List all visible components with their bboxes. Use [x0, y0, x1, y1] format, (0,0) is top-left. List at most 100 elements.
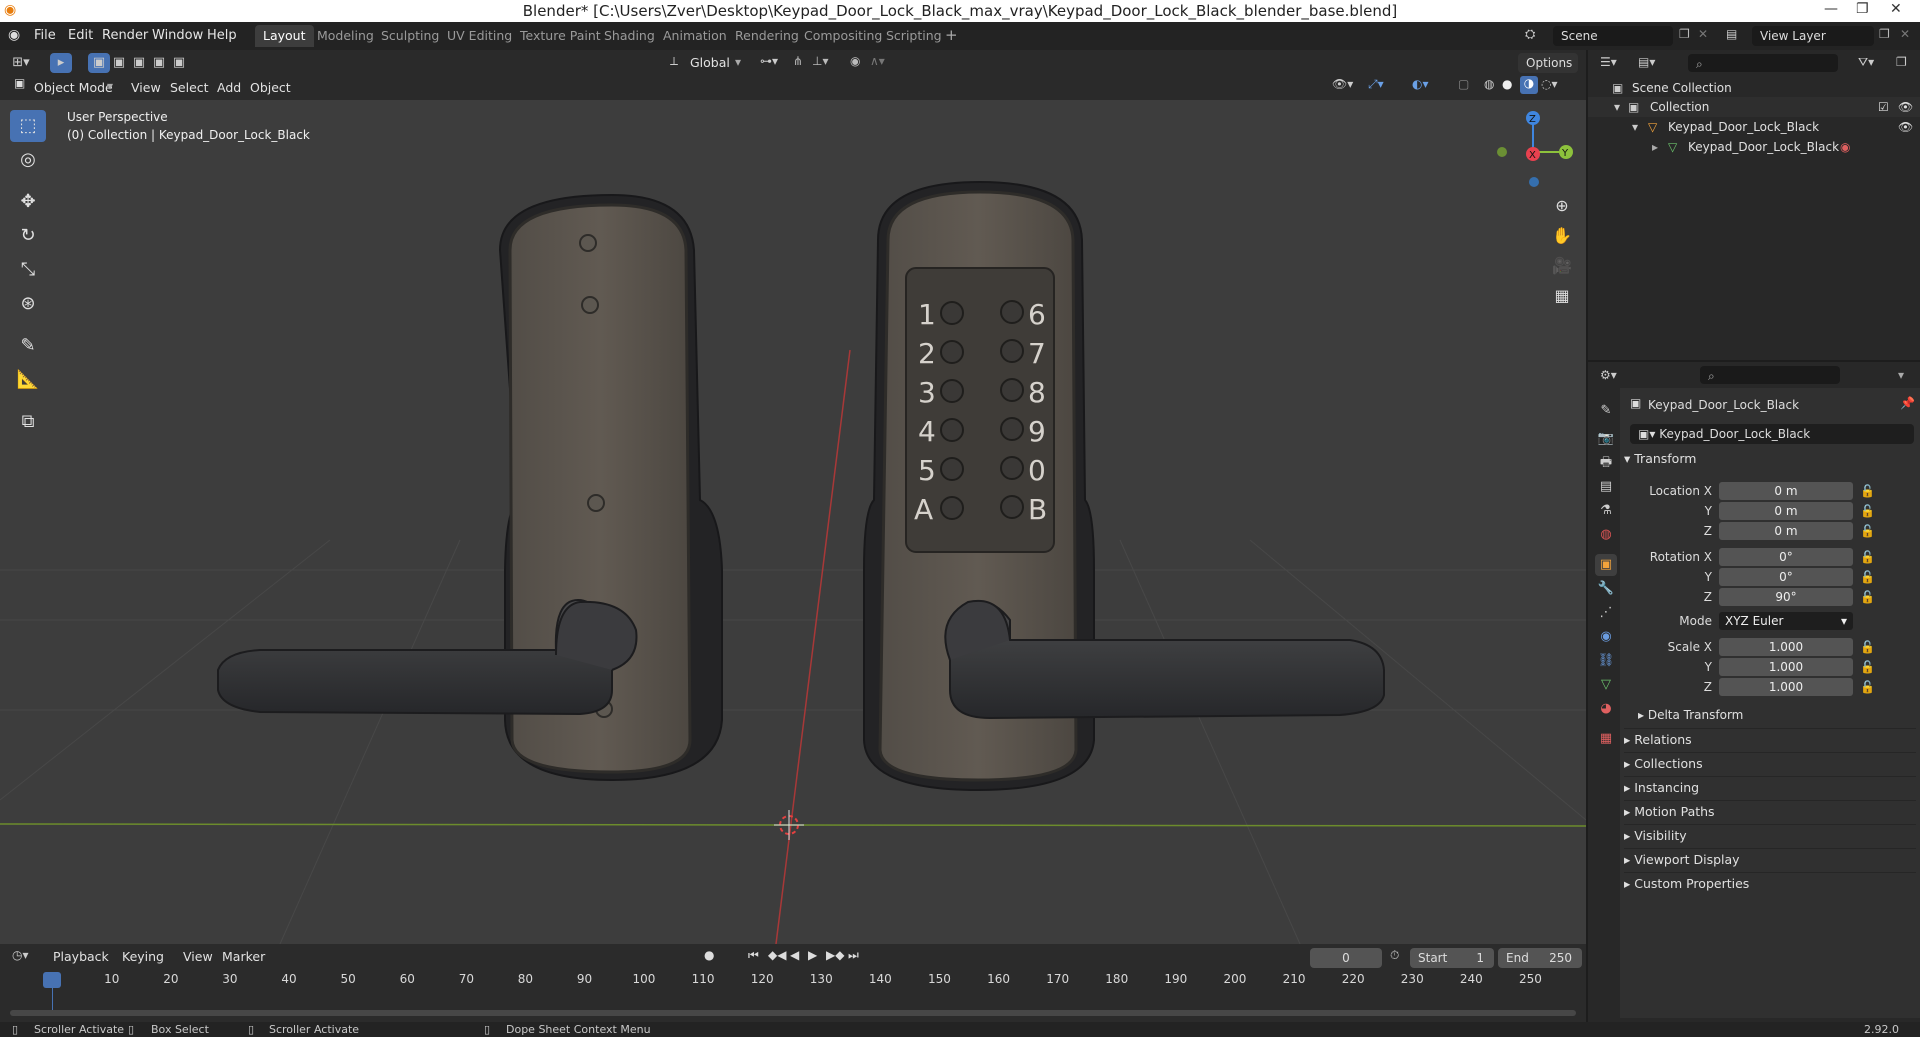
transform-section-header[interactable]: ▾ Transform	[1624, 448, 1696, 470]
timeline-menu-view[interactable]: View	[183, 949, 213, 964]
visibility-icon[interactable]: 👁▾	[1332, 77, 1353, 91]
particles-tab-icon[interactable]: ⋰	[1595, 602, 1617, 624]
chevron-right-icon[interactable]: ▸	[1652, 137, 1658, 157]
preview-range-icon[interactable]: ⏱	[1390, 948, 1399, 963]
options-dropdown[interactable]: Options	[1518, 53, 1578, 73]
object-datablock-field[interactable]: ▣▾ Keypad_Door_Lock_Black	[1630, 424, 1914, 444]
lock-icon[interactable]: 🔓	[1860, 550, 1875, 564]
scale-y-field[interactable]: 1.000	[1719, 658, 1853, 676]
minimize-button[interactable]: —	[1824, 1, 1838, 17]
property-section-7[interactable]: ▸ Custom Properties	[1624, 872, 1916, 894]
texture-tab-icon[interactable]: ▦	[1595, 728, 1617, 750]
tool-tab-icon[interactable]: ✎	[1595, 400, 1617, 422]
tab-shading[interactable]: Shading	[596, 25, 663, 47]
end-frame-field[interactable]: End 250	[1498, 948, 1582, 968]
overlay-toggle-icon[interactable]: ◐▾	[1412, 77, 1429, 91]
measure-tool-icon[interactable]: 📐	[10, 364, 46, 396]
tab-sculpting[interactable]: Sculpting	[373, 25, 447, 47]
rendered-shading-icon[interactable]: ◌▾	[1541, 77, 1558, 91]
outliner-row-mesh[interactable]: ▸ ▽ Keypad_Door_Lock_Black ◉	[1588, 137, 1920, 157]
output-tab-icon[interactable]: 🖶	[1595, 452, 1617, 474]
location-z-field[interactable]: 0 m	[1719, 522, 1853, 540]
material-shading-icon[interactable]: ◑	[1520, 76, 1538, 94]
proportional-edit-icon[interactable]: ◉	[850, 54, 860, 68]
scene-field[interactable]: Scene	[1553, 26, 1673, 46]
timeline-editor-icon[interactable]: ◷▾	[12, 948, 29, 962]
jump-end-icon[interactable]: ⏭	[848, 948, 859, 963]
timeline-scrollbar[interactable]	[10, 1010, 1576, 1016]
lock-icon[interactable]: 🔓	[1860, 680, 1875, 694]
scene-tab-icon[interactable]: ⚗	[1595, 500, 1617, 522]
transform-orientation[interactable]: Global	[690, 55, 730, 70]
timeline-menu-marker[interactable]: Marker	[222, 949, 265, 964]
viewport-menu-select[interactable]: Select	[170, 80, 209, 95]
pivot-point-icon[interactable]: ⊶▾	[760, 54, 778, 68]
tab-texture-paint[interactable]: Texture Paint	[512, 25, 609, 47]
tab-scripting[interactable]: Scripting	[878, 25, 950, 47]
editor-type-icon[interactable]: ⊞▾	[10, 53, 32, 73]
location-x-field[interactable]: 0 m	[1719, 482, 1853, 500]
select-mode-intersect-icon[interactable]: ▣	[148, 53, 170, 73]
select-box-tool-icon[interactable]: ⬚	[10, 110, 46, 142]
scene-selector-icon[interactable]: ⛭	[1525, 27, 1535, 42]
snap-icon[interactable]: ⋔	[793, 54, 803, 68]
viewport-menu-add[interactable]: Add	[217, 80, 241, 95]
outliner-search-input[interactable]: ⌕	[1688, 54, 1838, 72]
tab-animation[interactable]: Animation	[655, 25, 735, 47]
render-tab-icon[interactable]: 📷	[1595, 428, 1617, 450]
menu-edit[interactable]: Edit	[68, 28, 93, 43]
menu-window[interactable]: Window	[152, 28, 203, 43]
move-tool-icon[interactable]: ✥	[10, 186, 46, 218]
view-layer-field[interactable]: View Layer	[1752, 26, 1874, 46]
select-mode-new-icon[interactable]: ▣	[88, 53, 110, 73]
outliner-row-collection[interactable]: ▾ ▣ Collection ☑ 👁	[1588, 97, 1920, 117]
property-section-2[interactable]: ▸ Collections	[1624, 752, 1916, 774]
next-keyframe-icon[interactable]: ▶◆	[826, 948, 844, 962]
viewport-menu-object[interactable]: Object	[250, 80, 291, 95]
ortho-toggle-icon[interactable]: ▦	[1548, 282, 1576, 310]
cursor-tool-icon[interactable]: ◎	[10, 144, 46, 176]
modifier-tab-icon[interactable]: 🔧	[1595, 578, 1617, 600]
outliner-row-object[interactable]: ▾ ▽ Keypad_Door_Lock_Black 👁	[1588, 117, 1920, 137]
menu-render[interactable]: Render	[102, 28, 148, 43]
delete-view-layer-icon[interactable]: ✕	[1900, 27, 1910, 41]
lock-icon[interactable]: 🔓	[1860, 590, 1875, 604]
transform-orientation-icon[interactable]: ⟂	[670, 54, 678, 69]
tab-uv-editing[interactable]: UV Editing	[439, 25, 520, 47]
rotation-x-field[interactable]: 0°	[1719, 548, 1853, 566]
rotate-tool-icon[interactable]: ↻	[10, 220, 46, 252]
tab-rendering[interactable]: Rendering	[727, 25, 807, 47]
constraints-tab-icon[interactable]: ⛓	[1595, 650, 1617, 672]
lock-icon[interactable]: 🔓	[1860, 524, 1875, 538]
lock-icon[interactable]: 🔓	[1860, 640, 1875, 654]
properties-editor-icon[interactable]: ⚙▾	[1600, 368, 1617, 382]
play-reverse-icon[interactable]: ◀	[790, 948, 799, 962]
select-mode-extend-icon[interactable]: ▣	[108, 53, 130, 73]
record-icon[interactable]: ●	[704, 948, 714, 962]
menu-help[interactable]: Help	[207, 28, 237, 43]
solid-shading-icon[interactable]: ●	[1502, 77, 1512, 91]
display-mode-icon[interactable]: ▤▾	[1638, 55, 1655, 69]
lock-icon[interactable]: 🔓	[1860, 570, 1875, 584]
material-tab-icon[interactable]: ◕	[1595, 698, 1617, 720]
property-section-4[interactable]: ▸ Motion Paths	[1624, 800, 1916, 822]
tab-compositing[interactable]: Compositing	[796, 25, 890, 47]
new-view-layer-icon[interactable]: ❐	[1879, 27, 1890, 41]
scale-x-field[interactable]: 1.000	[1719, 638, 1853, 656]
select-tool-icon[interactable]: ▸	[50, 53, 72, 73]
properties-search-input[interactable]: ⌕	[1700, 366, 1840, 384]
scale-tool-icon[interactable]: ⤡	[10, 254, 46, 286]
checkbox-icon[interactable]: ☑	[1878, 97, 1889, 117]
timeline-menu-keying[interactable]: Keying	[122, 949, 164, 964]
annotate-tool-icon[interactable]: ✎	[10, 330, 46, 362]
property-section-1[interactable]: ▸ Relations	[1624, 728, 1916, 750]
playhead[interactable]	[43, 972, 61, 988]
rotation-z-field[interactable]: 90°	[1719, 588, 1853, 606]
chevron-down-icon[interactable]: ▾	[1614, 97, 1620, 117]
tab-layout[interactable]: Layout	[255, 25, 314, 47]
world-tab-icon[interactable]: ◍	[1595, 524, 1617, 546]
viewport-menu-view[interactable]: View	[131, 80, 161, 95]
properties-editor[interactable]: ⚙▾ ⌕ ▾ ✎ 📷 🖶 ▤ ⚗ ◍ ▣ 🔧 ⋰ ◉ ⛓ ▽ ◕ ▦ ▣ Key…	[1588, 362, 1920, 1022]
play-icon[interactable]: ▶	[808, 948, 817, 962]
delta-transform-section[interactable]: ▸ Delta Transform	[1638, 704, 1743, 726]
